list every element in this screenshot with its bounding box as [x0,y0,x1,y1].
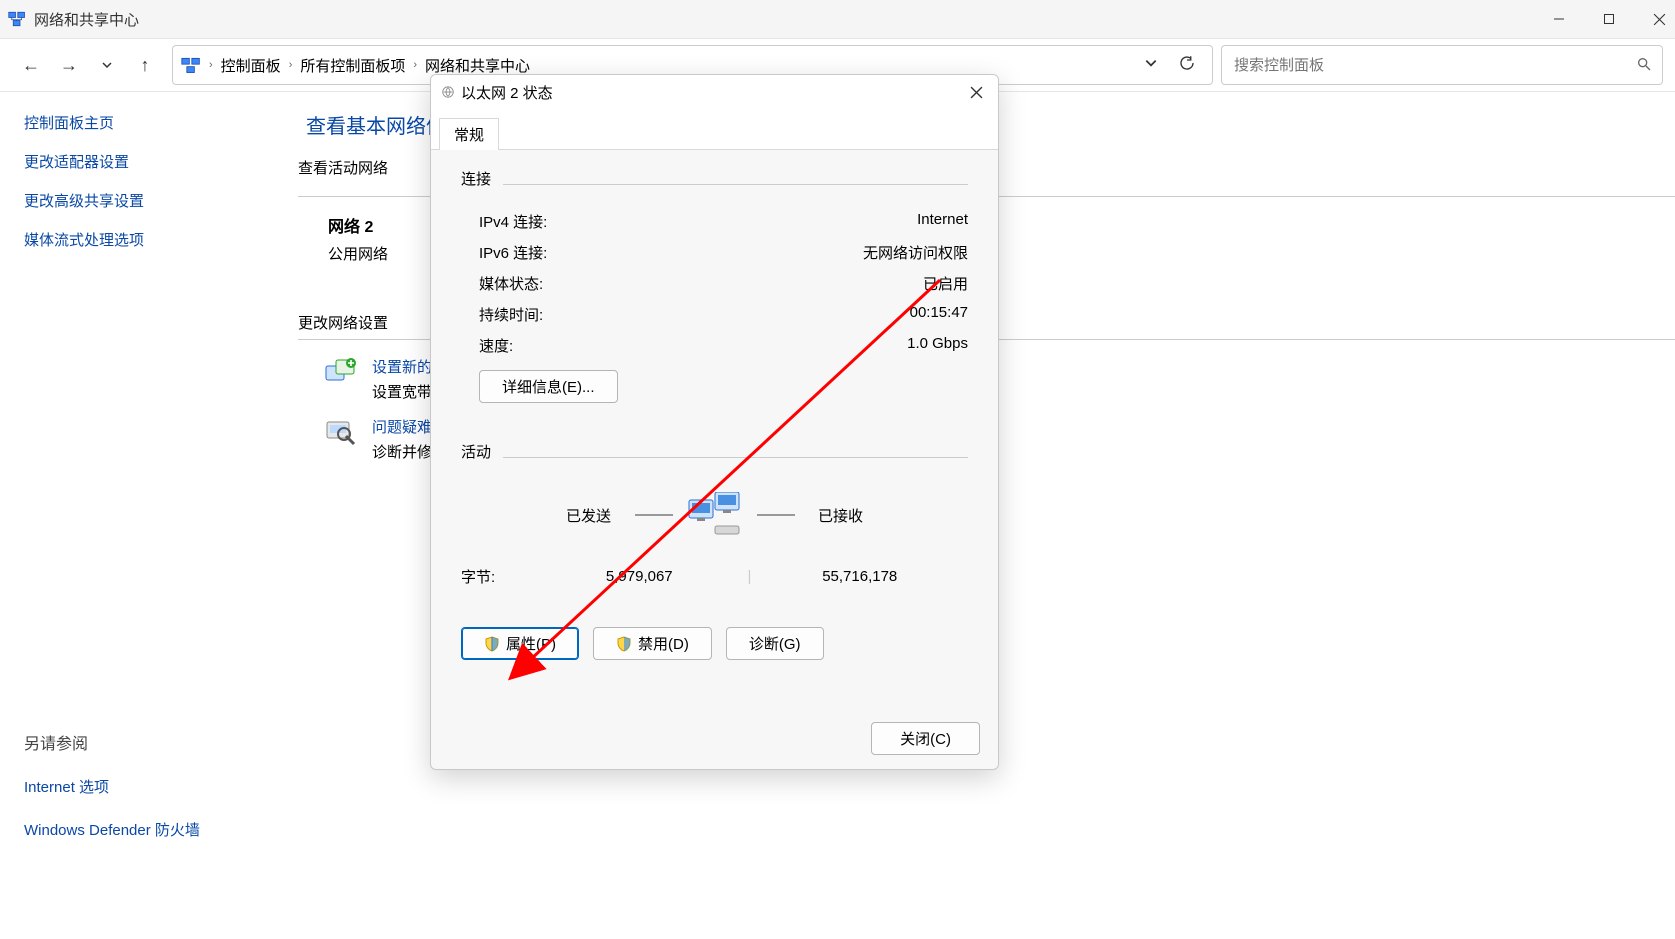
dialog-tabstrip: 常规 [431,109,998,150]
refresh-icon[interactable] [1178,54,1196,76]
maximize-button[interactable] [1599,9,1619,29]
tab-general[interactable]: 常规 [439,118,499,150]
ethernet-status-dialog: 以太网 2 状态 常规 连接 IPv4 连接: Internet IPv6 连接:… [430,74,999,770]
dialog-close-button[interactable] [964,80,988,104]
activity-dash-icon [635,514,673,516]
minimize-button[interactable] [1549,9,1569,29]
media-state-label: 媒体状态: [461,273,543,294]
ethernet-icon [441,85,455,99]
see-also-heading: 另请参阅 [24,730,274,754]
breadcrumb-item[interactable]: 网络和共享中心 [425,55,530,76]
search-box[interactable] [1221,45,1663,85]
up-button[interactable]: ↑ [126,46,164,84]
duration-label: 持续时间: [461,304,543,325]
ipv6-label: IPv6 连接: [461,242,547,263]
chevron-right-icon: › [289,59,293,71]
dialog-titlebar: 以太网 2 状态 [431,75,998,109]
speed-label: 速度: [461,335,513,356]
chevron-right-icon: › [413,59,417,71]
diagnose-button[interactable]: 诊断(G) [726,627,824,660]
received-label: 已接收 [818,505,968,526]
network-name: 网络 2 [328,213,388,237]
see-also-defender-firewall[interactable]: Windows Defender 防火墙 [24,819,274,840]
duration-value: 00:15:47 [910,304,968,325]
sidebar: 控制面板主页 更改适配器设置 更改高级共享设置 媒体流式处理选项 另请参阅 In… [0,92,298,860]
connection-section-label: 连接 [461,168,491,189]
sidebar-link-home[interactable]: 控制面板主页 [24,112,274,133]
media-state-value: 已启用 [923,273,968,294]
see-also-internet-options[interactable]: Internet 选项 [24,776,274,797]
chevron-down-icon[interactable] [1144,56,1158,74]
shield-icon [616,636,632,652]
activity-dash-icon [757,514,795,516]
sent-label: 已发送 [461,505,611,526]
sidebar-link-media[interactable]: 媒体流式处理选项 [24,229,274,250]
search-icon [1636,56,1652,75]
new-connection-icon [324,356,358,390]
network-center-icon [8,10,26,28]
ipv4-value: Internet [917,211,968,232]
dialog-title: 以太网 2 状态 [461,82,553,103]
chevron-right-icon: › [209,59,213,71]
window-titlebar: 网络和共享中心 [0,0,1675,39]
bytes-sent-value: 5,979,067 [531,568,748,585]
sidebar-link-sharing[interactable]: 更改高级共享设置 [24,190,274,211]
speed-value: 1.0 Gbps [907,335,968,356]
computers-icon [687,492,743,538]
diagnose-button-label: 诊断(G) [749,633,801,654]
properties-button[interactable]: 属性(P) [461,627,579,660]
control-panel-icon [181,56,201,74]
disable-button-label: 禁用(D) [638,633,689,654]
sidebar-link-adapter[interactable]: 更改适配器设置 [24,151,274,172]
shield-icon [484,636,500,652]
properties-button-label: 属性(P) [506,633,556,654]
breadcrumb-item[interactable]: 控制面板 [221,55,281,76]
bytes-label: 字节: [461,566,531,587]
details-button[interactable]: 详细信息(E)... [479,370,618,403]
window-title: 网络和共享中心 [34,9,139,30]
breadcrumb-item[interactable]: 所有控制面板项 [300,55,405,76]
back-button[interactable]: ← [12,46,50,84]
ipv4-label: IPv4 连接: [461,211,547,232]
ipv6-value: 无网络访问权限 [863,242,968,263]
forward-button[interactable]: → [50,46,88,84]
network-type: 公用网络 [328,243,388,264]
troubleshoot-icon [324,416,358,450]
disable-button[interactable]: 禁用(D) [593,627,712,660]
close-button[interactable] [1649,9,1669,29]
recent-dropdown[interactable] [88,46,126,84]
search-input[interactable] [1232,56,1636,75]
close-dialog-button[interactable]: 关闭(C) [871,722,980,755]
activity-section-label: 活动 [461,441,491,462]
bytes-received-value: 55,716,178 [751,568,968,585]
